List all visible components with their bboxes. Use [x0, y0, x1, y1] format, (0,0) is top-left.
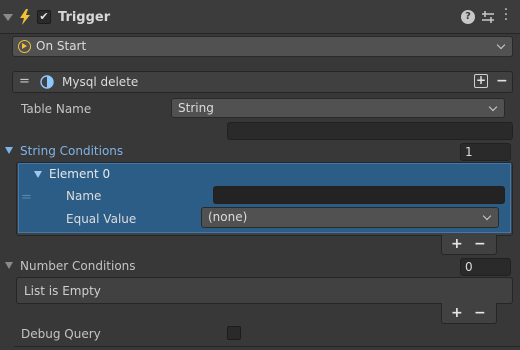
number-conditions-label: Number Conditions	[20, 259, 136, 273]
table-name-label: Table Name	[21, 102, 92, 116]
node-drag-handle[interactable]: =	[19, 74, 30, 89]
half-circle-icon	[40, 75, 54, 89]
debug-query-label: Debug Query	[21, 327, 101, 341]
element-name-input[interactable]	[213, 186, 505, 204]
table-name-type-dropdown[interactable]: String	[171, 98, 505, 118]
component-title: Trigger	[58, 10, 111, 25]
element-equal-value-dropdown[interactable]: (none)	[201, 207, 499, 228]
bottom-divider	[14, 346, 520, 347]
element-drag-handle[interactable]: =	[21, 190, 32, 205]
string-conditions-count[interactable]: 1	[460, 143, 511, 161]
string-conditions-label: String Conditions	[20, 144, 124, 158]
table-name-input[interactable]	[227, 122, 513, 140]
chevron-down-icon	[488, 102, 498, 112]
equal-value-selected: (none)	[208, 210, 248, 224]
element-equal-value-label: Equal Value	[66, 212, 137, 226]
presets-icon[interactable]	[481, 10, 495, 24]
number-conditions-count[interactable]: 0	[460, 258, 511, 276]
event-dropdown-value: On Start	[36, 39, 87, 53]
number-conditions-add-button[interactable]: +	[451, 305, 463, 321]
number-conditions-remove-button[interactable]: −	[474, 305, 486, 321]
help-icon[interactable]: ?	[461, 10, 475, 24]
table-name-type-value: String	[178, 101, 214, 115]
string-conditions-add-remove	[441, 235, 497, 255]
number-conditions-add-remove	[441, 303, 497, 324]
node-remove-button[interactable]: −	[496, 73, 508, 89]
list-empty-text: List is Empty	[24, 284, 101, 298]
string-conditions-expand-icon[interactable]	[5, 147, 13, 154]
element-0-expand-icon[interactable]	[34, 171, 42, 178]
kebab-menu-icon[interactable]: · · ·	[500, 3, 512, 27]
chevron-down-icon	[496, 40, 506, 50]
lightning-bolt-icon	[20, 9, 30, 25]
node-title: Mysql delete	[62, 75, 139, 89]
string-conditions-add-button[interactable]: +	[451, 236, 463, 252]
enabled-checkbox[interactable]: ✔	[37, 10, 51, 24]
collapse-arrow-icon[interactable]	[3, 14, 13, 21]
element-0-label: Element 0	[49, 167, 111, 181]
element-name-label: Name	[66, 189, 102, 203]
play-circle-icon	[18, 40, 31, 53]
node-add-button[interactable]: +	[474, 74, 488, 88]
number-conditions-expand-icon[interactable]	[5, 262, 13, 269]
chevron-down-icon	[482, 211, 492, 221]
string-conditions-remove-button[interactable]: −	[474, 236, 486, 252]
event-dropdown[interactable]: On Start	[12, 36, 513, 57]
debug-query-checkbox[interactable]	[227, 326, 241, 340]
